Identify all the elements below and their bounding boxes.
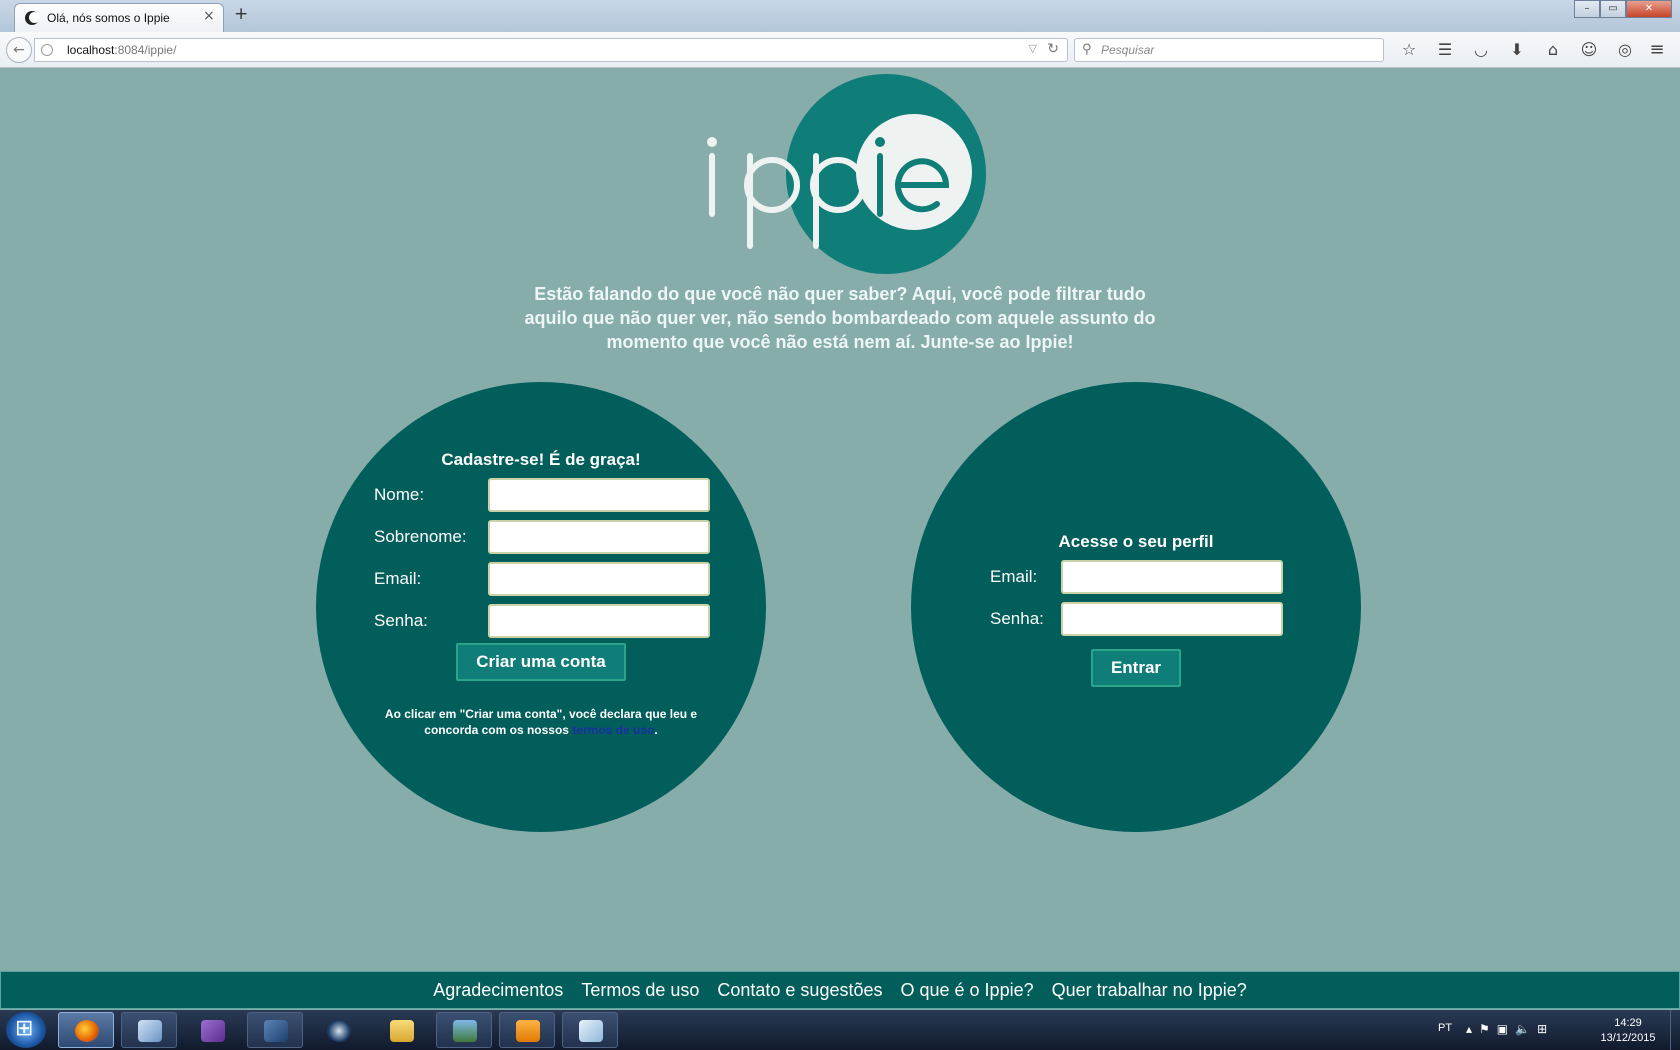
ippie-logo [707, 74, 986, 274]
menu-icon[interactable]: ≡ [1644, 38, 1670, 62]
reload-icon[interactable]: ↻ [1047, 41, 1059, 57]
firefox-icon[interactable] [58, 1012, 114, 1048]
footer-link-contact[interactable]: Contato e sugestões [717, 972, 882, 1008]
mysql-workbench-icon[interactable] [247, 1012, 303, 1048]
volume-icon[interactable]: 🔈 [1515, 1022, 1530, 1036]
tab-close-icon[interactable]: × [203, 8, 215, 24]
url-bar[interactable]: localhost:8084/ippie/ ▽ ↻ [34, 38, 1068, 62]
home-icon[interactable]: ⌂ [1540, 38, 1566, 62]
footer-link-acknowledgements[interactable]: Agradecimentos [433, 972, 563, 1008]
login-title: Acesse o seu perfil [1058, 532, 1214, 551]
terms-notice: Ao clicar em "Criar uma conta", você dec… [384, 707, 698, 737]
download-icon[interactable]: ⬇ [1504, 38, 1530, 62]
login-button[interactable]: Entrar [1091, 649, 1181, 687]
search-placeholder: Pesquisar [1101, 43, 1155, 57]
footer-link-about[interactable]: O que é o Ippie? [901, 972, 1034, 1008]
close-window-button[interactable]: ✕ [1626, 0, 1672, 18]
show-desktop-button[interactable] [1670, 1010, 1680, 1050]
last-name-label: Sobrenome: [374, 527, 467, 546]
signup-email-input[interactable] [488, 562, 710, 596]
back-button[interactable]: ← [6, 37, 32, 63]
system-tray: ▴ ⚑ ▣ 🔈 ⊞ [1466, 1022, 1547, 1036]
virtualbox-icon[interactable] [121, 1012, 177, 1048]
terms-of-use-link[interactable]: termos de uso [572, 723, 654, 737]
tray-expand-icon[interactable]: ▴ [1466, 1022, 1472, 1036]
media-player-icon[interactable] [499, 1012, 555, 1048]
maximize-button[interactable]: ▭ [1600, 0, 1626, 18]
login-form: Acesse o seu perfil Email: Senha: Entrar [911, 382, 1361, 832]
first-name-label: Nome: [374, 485, 425, 504]
search-bar[interactable]: ⚲ Pesquisar [1074, 38, 1384, 62]
login-password-input[interactable] [1061, 602, 1283, 636]
network-icon[interactable]: ▣ [1497, 1022, 1508, 1036]
login-email-input[interactable] [1061, 560, 1283, 594]
browser-toolbar: ☆ ☰ ◡ ⬇ ⌂ ☺ ◎ [1396, 38, 1638, 62]
windows-update-icon[interactable]: ⊞ [1537, 1022, 1547, 1036]
windows-taskbar: PT ▴ ⚑ ▣ 🔈 ⊞ 14:29 13/12/2015 [0, 1010, 1680, 1050]
url-text[interactable]: localhost:8084/ippie/ [67, 43, 176, 57]
tab-title: Olá, nós somos o Ippie [47, 11, 170, 25]
bookmark-star-icon[interactable]: ☆ [1396, 38, 1422, 62]
footer-nav: Agradecimentos Termos de uso Contato e s… [0, 971, 1680, 1009]
signup-password-label: Senha: [374, 611, 428, 630]
clock-time: 14:29 [1614, 1017, 1642, 1029]
minimize-button[interactable]: – [1574, 0, 1600, 18]
file-explorer-icon[interactable] [373, 1012, 429, 1048]
create-account-button[interactable]: Criar uma conta [456, 643, 626, 681]
signup-password-input[interactable] [488, 604, 710, 638]
clock-date: 13/12/2015 [1600, 1032, 1656, 1044]
url-dropdown-icon[interactable]: ▽ [1029, 42, 1037, 55]
sync-icon[interactable]: ◎ [1612, 38, 1638, 62]
notepad-icon[interactable] [562, 1012, 618, 1048]
browser-tab[interactable]: Olá, nós somos o Ippie × [14, 3, 224, 32]
language-indicator[interactable]: PT [1438, 1022, 1452, 1034]
login-password-label: Senha: [990, 609, 1044, 628]
footer-link-terms[interactable]: Termos de uso [581, 972, 699, 1008]
signup-title: Cadastre-se! É de graça! [441, 450, 641, 469]
action-center-flag-icon[interactable]: ⚑ [1479, 1022, 1490, 1036]
search-icon: ⚲ [1082, 42, 1092, 57]
steam-icon[interactable] [310, 1012, 366, 1048]
bookmarks-list-icon[interactable]: ☰ [1432, 38, 1458, 62]
last-name-input[interactable] [488, 520, 710, 554]
tagline: Estão falando do que você não quer saber… [524, 284, 1156, 352]
signup-email-label: Email: [374, 569, 422, 588]
globe-icon [41, 44, 53, 56]
browser-navbar: ← localhost:8084/ippie/ ▽ ↻ ⚲ Pesquisar … [0, 32, 1680, 68]
pocket-icon[interactable]: ◡ [1468, 38, 1494, 62]
hello-chat-icon[interactable]: ☺ [1576, 38, 1602, 62]
footer-link-careers[interactable]: Quer trabalhar no Ippie? [1052, 972, 1247, 1008]
login-email-label: Email: [990, 567, 1038, 586]
visual-studio-icon[interactable] [184, 1012, 240, 1048]
browser-titlebar: Olá, nós somos o Ippie × + – ▭ ✕ [0, 0, 1680, 32]
clock[interactable]: 14:29 13/12/2015 [1590, 1016, 1666, 1046]
first-name-input[interactable] [488, 478, 710, 512]
tab-favicon-icon [25, 11, 40, 25]
new-tab-button[interactable]: + [234, 4, 248, 24]
start-button[interactable] [6, 1012, 46, 1048]
image-viewer-icon[interactable] [436, 1012, 492, 1048]
signup-form: Cadastre-se! É de graça! Nome: Sobrenome… [316, 382, 766, 832]
window-controls: – ▭ ✕ [1574, 0, 1672, 18]
